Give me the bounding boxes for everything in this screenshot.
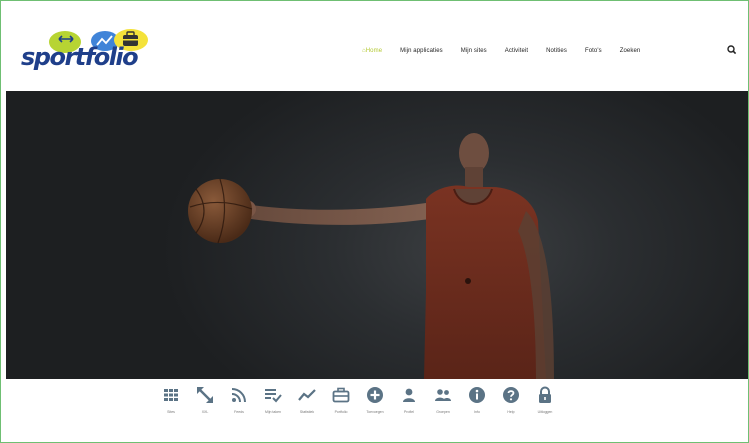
user-icon (403, 388, 415, 402)
briefcase-icon (332, 387, 350, 403)
trend-line-icon (298, 389, 316, 401)
quick-link-mijn-taken[interactable]: Mijn taken (256, 385, 290, 421)
quick-link-help[interactable]: Help (494, 385, 528, 421)
quick-link-label: Portfolio (334, 410, 348, 414)
quick-link-label: Mijn taken (265, 410, 281, 414)
quick-link-label: Statistiek (299, 410, 315, 414)
nav-item-zoeken[interactable]: Zoeken (611, 48, 650, 54)
rss-icon (231, 388, 246, 403)
quick-link-statistiek[interactable]: Statistiek (290, 385, 324, 421)
quick-links-bar: Sites XXL Feeds Mijn taken Statistiek Po… (154, 385, 562, 421)
info-icon (469, 387, 485, 403)
quick-link-label: Uitloggen (537, 410, 553, 414)
grid-icon (164, 389, 178, 401)
quick-link-label: Help (507, 410, 515, 414)
quick-link-label: Info (474, 410, 480, 414)
search-button[interactable] (726, 43, 738, 57)
lock-icon (539, 386, 551, 403)
quick-link-toevoegen[interactable]: Toevoegen (358, 385, 392, 421)
expand-arrows-icon (197, 387, 213, 403)
search-icon (727, 45, 737, 55)
quick-link-uitloggen[interactable]: Uitloggen (528, 385, 562, 421)
quick-link-sites[interactable]: Sites (154, 385, 188, 421)
nav-item-notities[interactable]: Notities (537, 48, 576, 54)
nav-item-home[interactable]: Home (353, 48, 391, 54)
quick-link-portfolio[interactable]: Portfolio (324, 385, 358, 421)
logo-wordmark: sportfolio (21, 43, 138, 71)
quick-link-label: XXL (201, 410, 209, 414)
site-header: sportfolio Home Mijn applicaties Mijn si… (1, 1, 748, 91)
help-icon (503, 387, 519, 403)
sportfolio-logo[interactable]: sportfolio (19, 27, 149, 71)
quick-link-info[interactable]: Info (460, 385, 494, 421)
page-frame: sportfolio Home Mijn applicaties Mijn si… (0, 0, 749, 443)
nav-item-fotos[interactable]: Foto's (576, 48, 611, 54)
quick-link-label: Profiel (404, 410, 414, 414)
quick-link-groepen[interactable]: Groepen (426, 385, 460, 421)
quick-link-profiel[interactable]: Profiel (392, 385, 426, 421)
nav-item-activiteit[interactable]: Activiteit (496, 48, 537, 54)
checklist-icon (265, 389, 282, 403)
nav-item-mijn-applicaties[interactable]: Mijn applicaties (391, 48, 452, 54)
quick-link-xxl[interactable]: XXL (188, 385, 222, 421)
quick-link-label: Feeds (234, 410, 244, 414)
quick-link-label: Sites (167, 410, 175, 414)
quick-link-label: Groepen (436, 410, 450, 414)
nav-item-mijn-sites[interactable]: Mijn sites (452, 48, 496, 54)
quick-link-label: Toevoegen (366, 410, 384, 414)
hero-banner (6, 91, 748, 379)
quick-link-feeds[interactable]: Feeds (222, 385, 256, 421)
users-icon (435, 389, 451, 401)
main-nav: Home Mijn applicaties Mijn sites Activit… (353, 43, 649, 59)
basketball-player-image (188, 133, 554, 379)
plus-circle-icon (367, 387, 383, 403)
